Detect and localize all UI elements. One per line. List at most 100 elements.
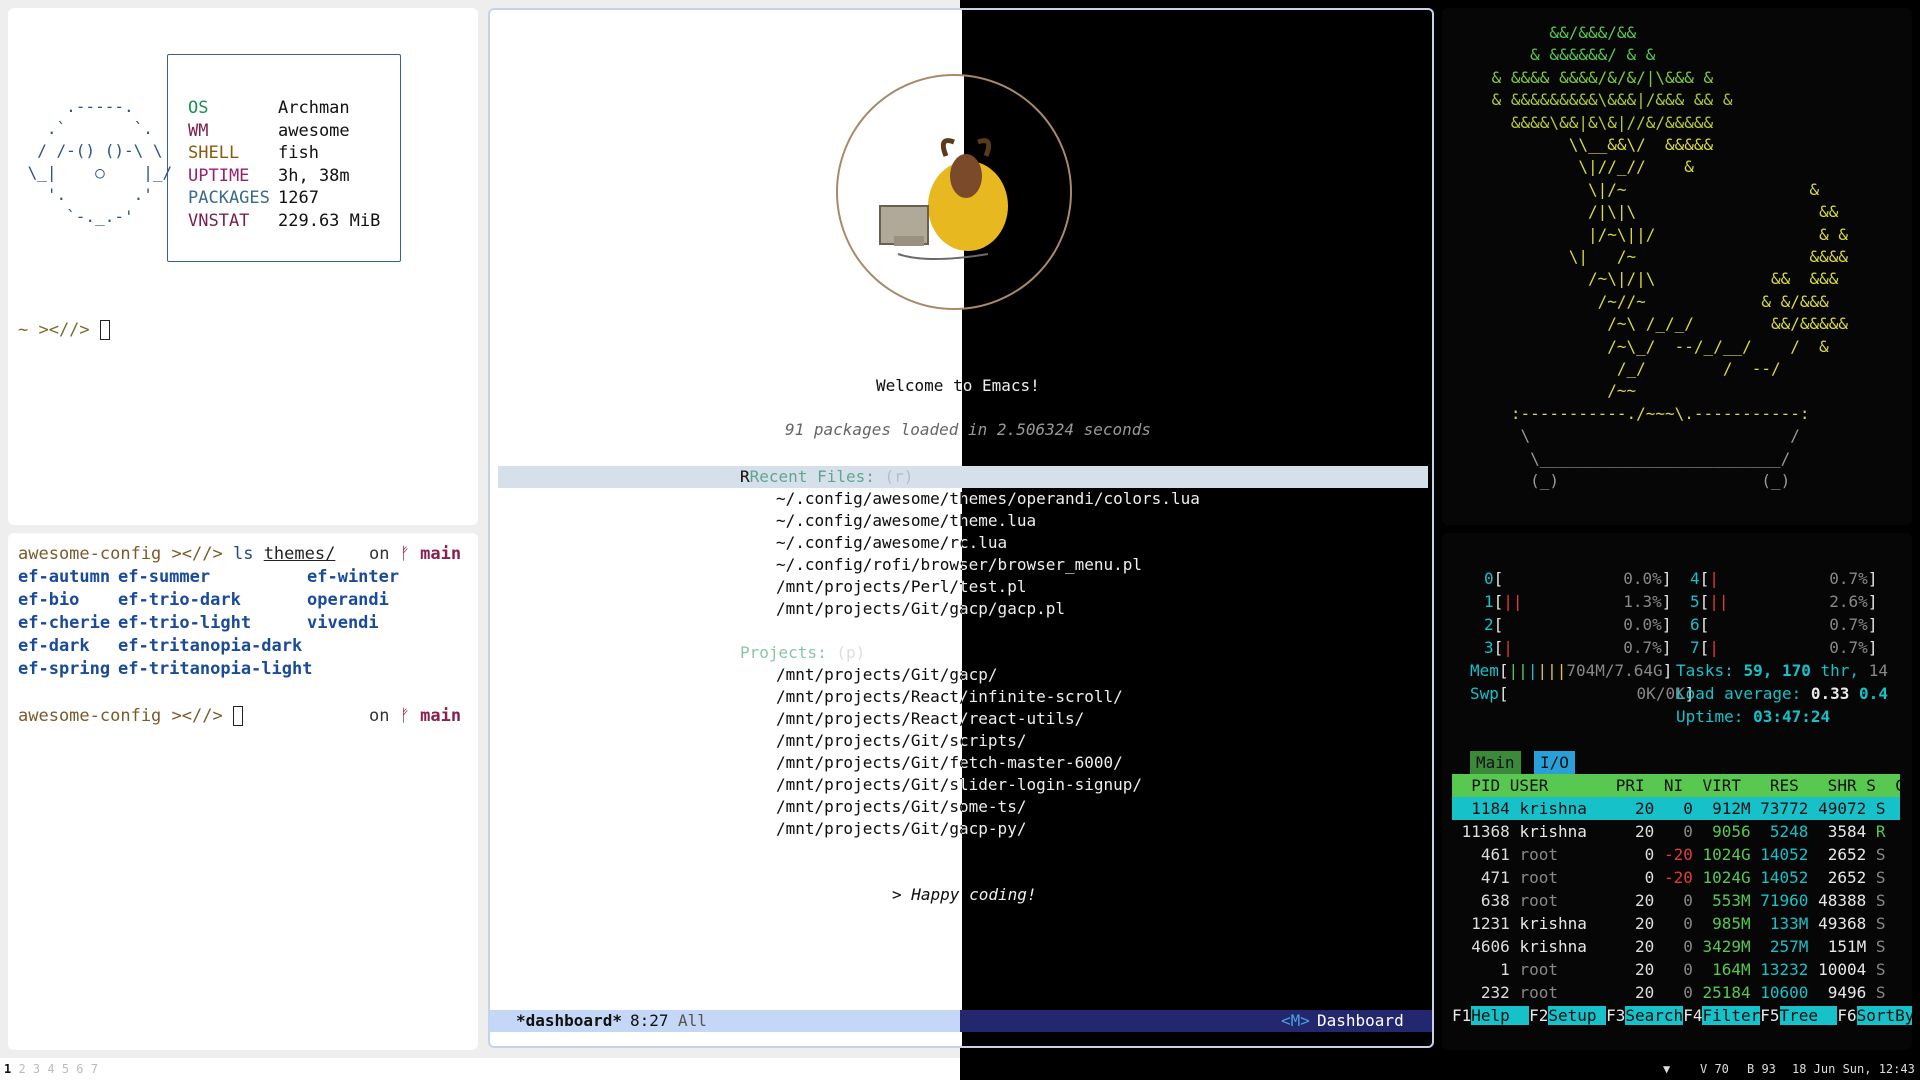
tab-main[interactable]: Main [1470,751,1521,774]
shr: 9496 [1808,983,1867,1002]
recent-files-heading[interactable]: RRecent Files: (r) [740,466,913,488]
user: root [1519,845,1607,864]
tab-io[interactable]: I/O [1534,751,1575,774]
ni: 0 [1654,937,1693,956]
shr: 2652 [1808,845,1867,864]
state: S [1866,799,1886,818]
recent-file-item: ~/.config/awesome/rc.lua [776,533,1008,552]
theme-item: ef-winter [307,567,400,587]
load-average: Load average: 0.33 0.4 [1676,684,1888,703]
state: S [1866,868,1886,887]
bonsai-line: /~\|/|\ && &&& [1482,269,1839,289]
fetch-info-row: SHELL fish [188,142,319,164]
theme-item: ef-trio-dark [118,590,241,610]
status-bar: 1 2 3 4 5 6 7 ▼ V 70 B 93 18 Jun Sun, 12… [0,1058,1920,1080]
shr: 3584 [1808,822,1867,841]
user: krishna [1519,799,1607,818]
cpu-meter: 3[| 0.7%] [1484,636,1671,659]
ni: 0 [1654,914,1693,933]
pid: 471 [1452,868,1520,887]
bonsai-line: \|/~ & [1482,179,1820,199]
tag-list: 1 2 3 4 5 6 7 [4,1058,105,1080]
recent-file-item: /mnt/projects/Perl/test.pl [776,577,1027,596]
fetch-info-key: PACKAGES [188,188,270,209]
cpu-bar: || [1503,592,1523,611]
theme-item: vivendi [307,613,379,633]
fkey-label: Filter [1702,1006,1761,1025]
user: root [1519,983,1607,1002]
cpu-bracket: [ [1493,569,1504,588]
state: S [1866,983,1886,1002]
fetch-terminal[interactable]: .-----. .` `. / /-() ()-\ \ \_| ○ |_/ '.… [8,8,478,525]
cpu-bar: | [1709,638,1719,657]
shr: 48388 [1808,891,1867,910]
shell-prompt-2[interactable]: awesome-config ><//> [18,705,243,727]
tag-item: 1 [4,1062,19,1076]
fetch-info-value: 1267 [278,188,319,209]
theme-item: ef-autumn [18,567,111,587]
git-branch: on ᚠ main [369,544,462,564]
fetch-info-key: VNSTAT [188,211,250,231]
theme-item: ef-tritanopia-dark [118,636,303,656]
uptime: Uptime: 03:47:24 [1676,707,1831,726]
fkey: F1 [1452,1006,1472,1025]
current-line-highlight [498,466,1428,488]
project-item: /mnt/projects/Git/scripts/ [776,731,1027,750]
pri: 20 [1606,937,1655,956]
bonsai-line: /~\ /_/_/ &&/&&&&& [1482,314,1849,334]
cursor [232,706,243,726]
bonsai-line: \|//_// & [1482,157,1694,177]
fetch-ascii-line: .-----. [18,97,134,116]
res: 133M [1750,914,1809,933]
theme-item: operandi [307,590,389,610]
pri: 0 [1606,868,1655,887]
project-item: /mnt/projects/Git/gacp-py/ [776,819,1027,838]
cpu-id: 1 [1484,592,1494,611]
git-branch-2: on ᚠ main [369,706,462,726]
cpu-percent: 1.3% [1623,592,1662,611]
fkey-label: Help [1471,1006,1530,1025]
theme-item: ef-bio [18,590,80,610]
fetch-ascii-line: / /-() ()-\ \ [18,141,163,160]
virt: 1024G [1692,868,1751,887]
pri: 0 [1606,845,1655,864]
shr: 151M [1808,937,1867,956]
htop-terminal[interactable]: 0[0.0%] 1[|| 1.3%] 2[0.0%] 3[| 0.7%] 4[| 0.7%] 5… [1442,533,1912,1050]
shell-prompt[interactable]: ~ ><//> [18,319,110,341]
virt: 3429M [1692,937,1751,956]
pid: 232 [1452,983,1520,1002]
projects-heading[interactable]: Projects: (p) [740,642,865,664]
ni: 0 [1654,822,1693,841]
fetch-ascii-line: \_| ○ |_/ [18,163,173,182]
themes-terminal[interactable]: awesome-config ><//> ls themes/ on ᚠ mai… [8,533,478,1050]
emacs-window[interactable]: Welcome to Emacs! 91 packages loaded in … [488,8,1434,1048]
fetch-info-row: PACKAGES 1267 [188,187,319,209]
process-row: 1231 krishna 20 0 985M 133M 49368 S [1452,912,1900,935]
process-row: 638 root 20 0 553M 71960 48388 S [1452,889,1900,912]
res: 13232 [1750,960,1809,979]
user: root [1519,868,1607,887]
pid: 4606 [1452,937,1520,956]
cpu-meter: 2[0.0%] [1484,613,1671,636]
volume-indicator[interactable]: V 70 [1700,1058,1729,1080]
virt: 985M [1692,914,1751,933]
cpu-bracket: [ [1493,615,1504,634]
process-table-header[interactable]: PID USER PRI NI VIRT RES SHR S C [1452,774,1905,797]
cpu-bar: | [1709,569,1719,588]
fetch-info-value: awesome [278,120,350,141]
bonsai-line: /~//~ & &/&&& [1482,291,1829,311]
state: S [1866,914,1886,933]
pid: 638 [1452,891,1520,910]
res: 257M [1750,937,1809,956]
pid: 461 [1452,845,1520,864]
footer-message: > Happy coding! [892,885,1037,904]
ascii-bonsai-terminal[interactable]: &&/&&&/&& & &&&&&&/ & & & &&&& &&&&/&/&/… [1442,8,1912,525]
pri: 20 [1606,891,1655,910]
cpu-bracket: [ [1699,592,1710,611]
fetch-info-value: fish [278,143,319,164]
process-row: 471 root 0 -20 1024G 14052 2652 S [1452,866,1900,889]
virt: 164M [1692,960,1751,979]
tag-item: 4 [47,1062,62,1076]
packages-loaded: 91 packages loaded in 2.506324 seconds [785,420,1152,439]
cpu-bracket: ] [1867,615,1878,634]
